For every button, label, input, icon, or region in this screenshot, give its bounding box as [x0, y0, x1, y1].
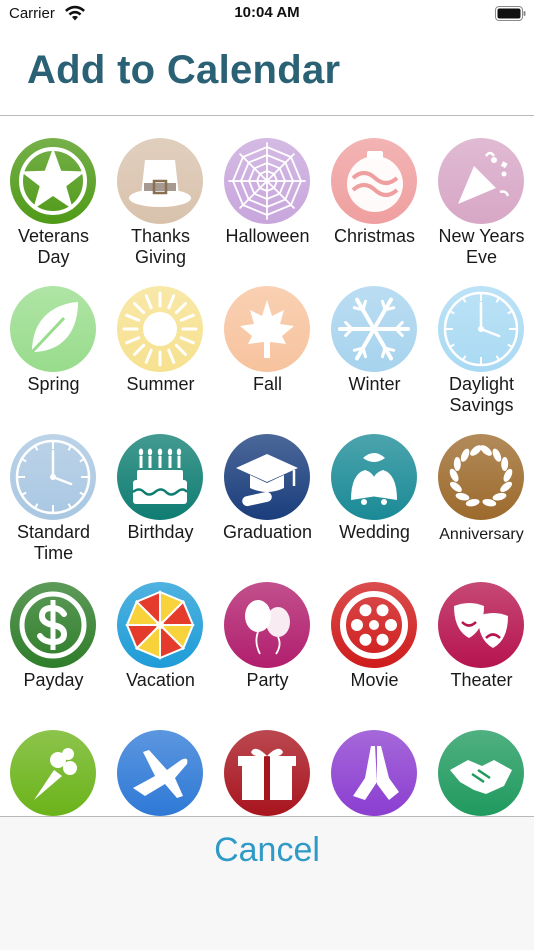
- event-tile[interactable]: [0, 708, 107, 816]
- event-label: Theater: [450, 670, 513, 690]
- event-label: Birthday: [127, 522, 194, 542]
- gift-icon: [224, 730, 310, 816]
- event-tile[interactable]: Christmas: [321, 116, 428, 264]
- beach-umbrella-icon: [117, 582, 203, 668]
- event-label: Anniversary: [439, 526, 524, 543]
- event-tile[interactable]: Payday: [0, 560, 107, 708]
- event-grid-scroll[interactable]: Veterans Day Thanks Giving Halloween Chr…: [0, 116, 534, 816]
- leaf-icon: [10, 286, 96, 372]
- clock-icon: [438, 286, 524, 372]
- event-tile[interactable]: Movie: [321, 560, 428, 708]
- event-tile[interactable]: Veterans Day: [0, 116, 107, 267]
- candy-ornament-icon: [331, 138, 417, 224]
- event-tile[interactable]: Theater: [428, 560, 534, 708]
- event-tile[interactable]: Daylight Savings: [428, 264, 534, 415]
- event-tile[interactable]: Standard Time: [0, 412, 107, 563]
- film-reel-icon: [331, 582, 417, 668]
- event-tile[interactable]: Party: [214, 560, 321, 708]
- graduation-cap-icon: [224, 434, 310, 520]
- handshake-icon: [438, 730, 524, 816]
- dollar-icon: [10, 582, 96, 668]
- page-title: Add to Calendar: [27, 48, 341, 92]
- event-tile[interactable]: Halloween: [214, 116, 321, 264]
- event-tile[interactable]: Wedding: [321, 412, 428, 560]
- birthday-cake-icon: [117, 434, 203, 520]
- event-label: Vacation: [126, 670, 195, 690]
- event-tile[interactable]: Thanks Giving: [107, 116, 214, 267]
- event-label: Party: [246, 670, 289, 690]
- sun-icon: [117, 286, 203, 372]
- event-label: Standard Time: [16, 522, 91, 563]
- event-label: Wedding: [339, 522, 410, 542]
- battery-icon: [495, 6, 526, 21]
- event-tile[interactable]: Graduation: [214, 412, 321, 560]
- theater-masks-icon: [438, 582, 524, 668]
- event-tile[interactable]: Summer: [107, 264, 214, 412]
- event-label: Veterans Day: [17, 226, 90, 267]
- status-time: 10:04 AM: [234, 4, 300, 21]
- event-label: New Years Eve: [438, 226, 525, 267]
- event-label: Halloween: [225, 226, 310, 246]
- bottom-action-bar: Cancel: [0, 816, 534, 950]
- star-icon: [10, 138, 96, 224]
- event-label: Summer: [126, 374, 195, 394]
- laurel-wreath-icon: [438, 434, 524, 520]
- event-label: Christmas: [333, 226, 415, 246]
- wedding-bells-icon: [331, 434, 417, 520]
- maple-leaf-icon: [224, 286, 310, 372]
- event-tile[interactable]: [107, 708, 214, 816]
- event-label: Payday: [23, 670, 84, 690]
- event-label: Movie: [350, 670, 399, 690]
- event-tile[interactable]: Winter: [321, 264, 428, 412]
- event-tile[interactable]: [214, 708, 321, 816]
- status-bar: Carrier 10:04 AM: [0, 0, 534, 30]
- event-tile[interactable]: [428, 708, 534, 816]
- snowflake-icon: [331, 286, 417, 372]
- event-label: Daylight Savings: [448, 374, 515, 415]
- event-label: Graduation: [222, 522, 313, 542]
- balloons-icon: [224, 582, 310, 668]
- party-popper-icon: [438, 138, 524, 224]
- event-tile[interactable]: New Years Eve: [428, 116, 534, 267]
- spider-web-icon: [224, 138, 310, 224]
- event-tile[interactable]: Spring: [0, 264, 107, 412]
- praying-hands-icon: [331, 730, 417, 816]
- event-label: Spring: [27, 374, 80, 394]
- clock-icon: [10, 434, 96, 520]
- event-label: Thanks Giving: [130, 226, 191, 267]
- event-tile[interactable]: [321, 708, 428, 816]
- event-label: Fall: [252, 374, 282, 394]
- pilgrim-hat-icon: [117, 138, 203, 224]
- event-tile[interactable]: Fall: [214, 264, 321, 412]
- event-label: Winter: [348, 374, 401, 394]
- bouquet-icon: [10, 730, 96, 816]
- event-tile[interactable]: Anniversary: [428, 412, 534, 560]
- event-tile[interactable]: Vacation: [107, 560, 214, 708]
- airplane-icon: [117, 730, 203, 816]
- cancel-button[interactable]: Cancel: [0, 831, 534, 870]
- event-tile[interactable]: Birthday: [107, 412, 214, 560]
